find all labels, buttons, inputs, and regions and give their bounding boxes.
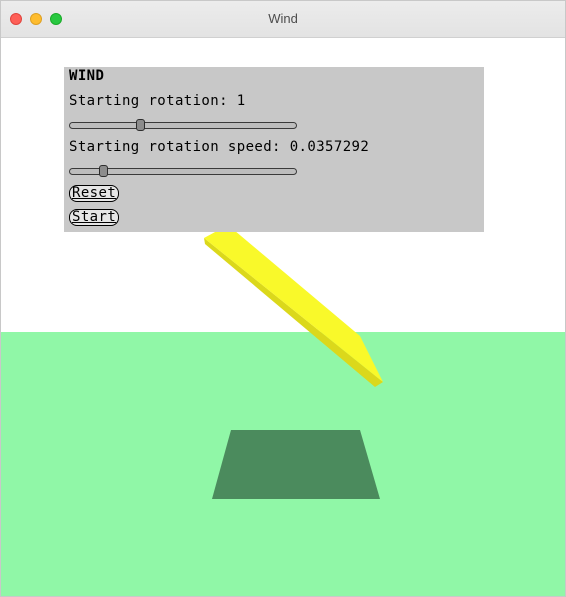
reset-button[interactable]: Reset <box>69 185 120 202</box>
slider-thumb[interactable] <box>135 119 145 131</box>
slider-track <box>69 122 297 129</box>
starting-rotation-slider[interactable] <box>69 119 297 131</box>
slider-thumb[interactable] <box>99 165 109 177</box>
window-title: Wind <box>268 11 298 26</box>
panel-heading: WIND <box>69 68 105 84</box>
starting-rotation-speed-label: Starting rotation speed: 0.0357292 <box>69 139 370 155</box>
app-window: Wind WIND Starting rotation: 1 Starting … <box>0 0 566 597</box>
starting-rotation-label: Starting rotation: 1 <box>69 93 246 109</box>
control-panel: WIND Starting rotation: 1 Starting rotat… <box>64 67 484 232</box>
title-bar[interactable]: Wind <box>1 1 565 38</box>
start-button[interactable]: Start <box>69 209 120 226</box>
board-shadow <box>212 430 380 499</box>
starting-rotation-speed-slider[interactable] <box>69 165 297 177</box>
